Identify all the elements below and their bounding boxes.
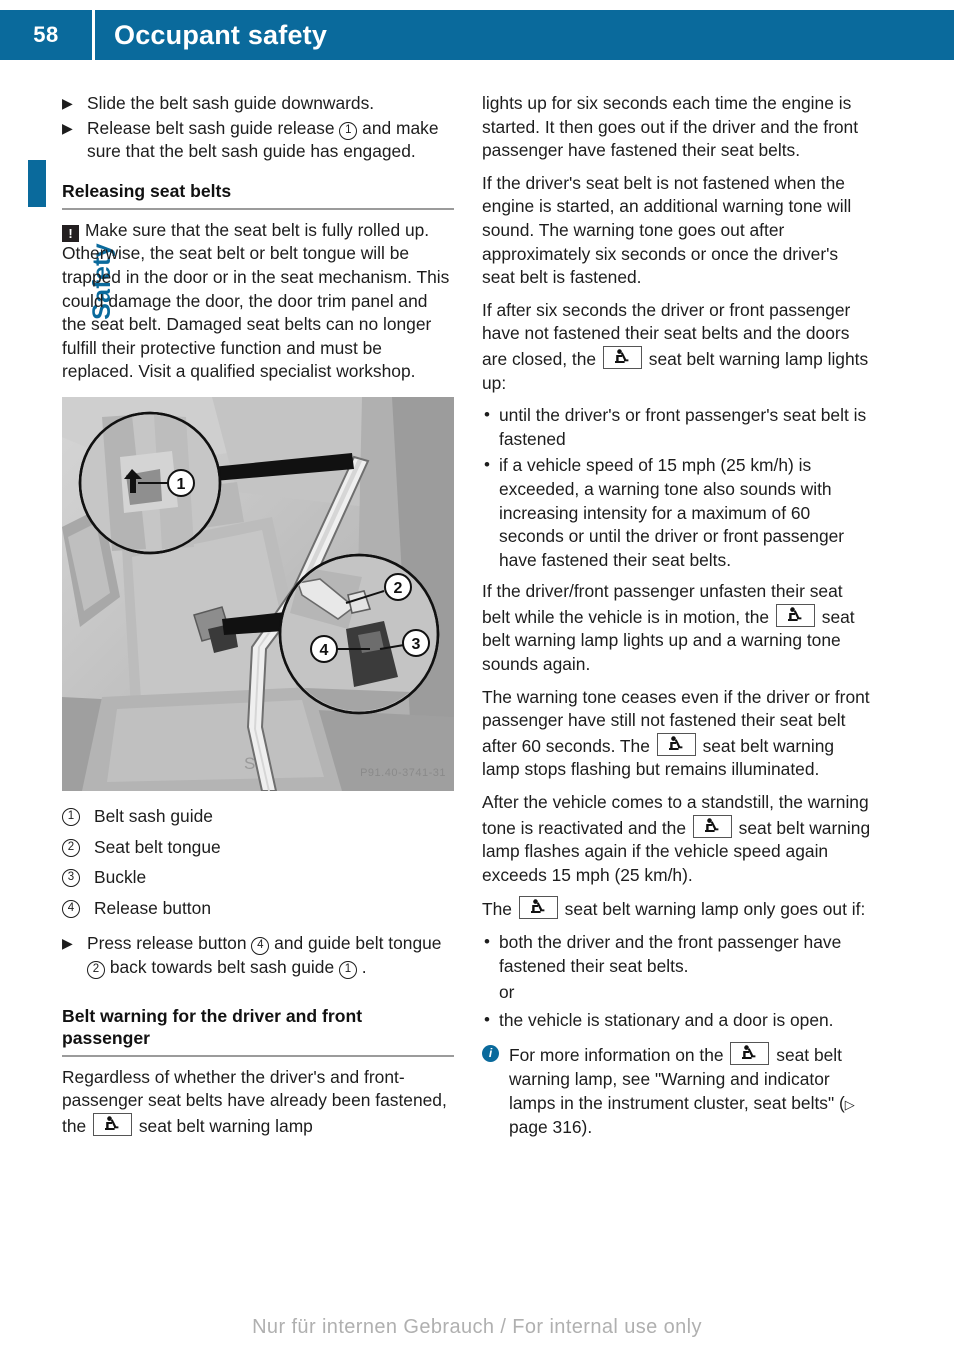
legend-item: 1 Belt sash guide (62, 805, 454, 829)
heading-rule (62, 207, 454, 210)
right-column: lights up for six seconds each time the … (482, 92, 874, 1140)
page-title: Occupant safety (114, 19, 328, 50)
step-text: Release belt sash guide release 1 and ma… (87, 117, 439, 162)
info-icon: i (482, 1045, 499, 1063)
section-heading-belt-warning: Belt warning for the driver and front pa… (62, 1005, 363, 1048)
page-ref-arrow-icon: ▷ (844, 1096, 855, 1112)
footer-watermark: Nur für internen Gebrauch / For internal… (252, 1316, 702, 1338)
legend-item: 4 Release button (62, 897, 454, 921)
left-column: ▶ Slide the belt sash guide downwards. ▶… (62, 92, 454, 1147)
legend-label: Belt sash guide (94, 805, 213, 826)
page-number: 58 (33, 22, 59, 47)
legend-label: Seat belt tongue (94, 836, 221, 857)
bullet-item: • until the driver's or front passenger'… (482, 404, 874, 451)
seat-belt-warning-lamp-icon (656, 732, 696, 756)
step-item: ▶ Release belt sash guide release 1 and … (62, 117, 454, 164)
paragraph: After the vehicle comes to a standstill,… (482, 792, 871, 885)
warning-note: ! Make sure that the seat belt is fully r… (62, 219, 454, 384)
paragraph: lights up for six seconds each time the … (482, 93, 859, 161)
circled-number-icon: 4 (251, 937, 270, 956)
bullet-list: • both the driver and the front passenge… (482, 931, 874, 1032)
seat-belt-warning-lamp-icon (775, 603, 815, 627)
heading-rule (62, 1054, 454, 1057)
bullet-item: • the vehicle is stationary and a door i… (482, 1009, 874, 1033)
legend-item: 2 Seat belt tongue (62, 836, 454, 860)
bullet-text: if a vehicle speed of 15 mph (25 km/h) i… (499, 455, 845, 570)
step-item: ▶ Press release button 4 and guide belt … (62, 932, 454, 979)
step-arrow-icon: ▶ (62, 119, 73, 136)
circled-number-icon: 1 (339, 121, 358, 140)
legend-label: Release button (94, 897, 211, 918)
warning-icon: ! (62, 224, 79, 242)
side-tab-marker (28, 160, 46, 207)
paragraph: The seat belt warning lamp only goes out… (482, 896, 874, 922)
paragraph: Regardless of whether the driver's and f… (62, 1066, 447, 1136)
svg-text:4: 4 (320, 642, 329, 659)
bullet-dot-icon: • (484, 1009, 490, 1029)
warning-text: Make sure that the seat belt is fully ro… (62, 219, 450, 382)
bullet-text: until the driver's or front passenger's … (499, 405, 867, 449)
figure-illustration: 1 2 3 4 S (62, 396, 454, 791)
paragraph: If after six seconds the driver or front… (482, 299, 869, 393)
info-text: For more information on the seat belt wa… (509, 1042, 855, 1138)
bullet-item: • both the driver and the front passenge… (482, 931, 874, 978)
svg-text:1: 1 (177, 476, 186, 493)
bullet-dot-icon: • (484, 932, 490, 951)
svg-text:2: 2 (394, 580, 403, 597)
section-heading-releasing-seat-belts: Releasing seat belts (62, 180, 232, 201)
bullet-text: the vehicle is stationary and a door is … (499, 1009, 834, 1030)
paragraph: If the driver/front passenger unfasten t… (482, 581, 855, 675)
figure-watermark: P91.40-3741-31 (360, 767, 446, 780)
seat-belt-warning-lamp-icon (730, 1042, 770, 1066)
step-text: Press release button 4 and guide belt to… (87, 933, 442, 979)
steps-top-list: ▶ Slide the belt sash guide downwards. ▶… (62, 92, 454, 164)
paragraph: If the driver's seat belt is not fastene… (482, 172, 852, 288)
step-arrow-icon: ▶ (62, 95, 73, 111)
svg-text:S: S (244, 754, 255, 773)
seat-belt-warning-lamp-icon (692, 814, 732, 838)
step-item: ▶ Slide the belt sash guide downwards. (62, 92, 454, 116)
circled-number-icon: 2 (62, 838, 80, 857)
circled-number-icon: 4 (62, 899, 80, 918)
paragraph: The warning tone ceases even if the driv… (482, 686, 870, 780)
bullet-dot-icon: • (484, 405, 490, 425)
page-header: 58 Occupant safety (0, 10, 954, 60)
figure-legend-list: 1 Belt sash guide 2 Seat belt tongue 3 B… (62, 805, 454, 920)
seat-belt-warning-lamp-icon (93, 1112, 133, 1136)
bullet-list: • until the driver's or front passenger'… (482, 404, 874, 572)
svg-text:3: 3 (412, 636, 421, 653)
legend-item: 3 Buckle (62, 866, 454, 890)
page-reference-link[interactable]: ▷ page 316 (509, 1093, 855, 1138)
circled-number-icon: 1 (338, 960, 357, 979)
bullet-text: both the driver and the front passenger … (499, 932, 842, 976)
bullet-dot-icon: • (484, 455, 490, 475)
circled-number-icon: 2 (87, 960, 105, 979)
info-note: i For more information on the seat belt … (482, 1042, 874, 1139)
circled-number-icon: 3 (62, 869, 80, 888)
legend-label: Buckle (94, 867, 147, 888)
figure-seat-belt-release: 1 2 3 4 S P91.40-3741-31 (62, 396, 454, 791)
circled-number-icon: 1 (62, 807, 80, 826)
seat-belt-warning-lamp-icon (602, 345, 642, 369)
bullet-item: • if a vehicle speed of 15 mph (25 km/h)… (482, 454, 874, 572)
step-text: Slide the belt sash guide downwards. (87, 93, 375, 113)
step-arrow-icon: ▶ (62, 935, 73, 952)
bullet-or-label: or (499, 982, 515, 1003)
seat-belt-warning-lamp-icon (518, 896, 558, 920)
